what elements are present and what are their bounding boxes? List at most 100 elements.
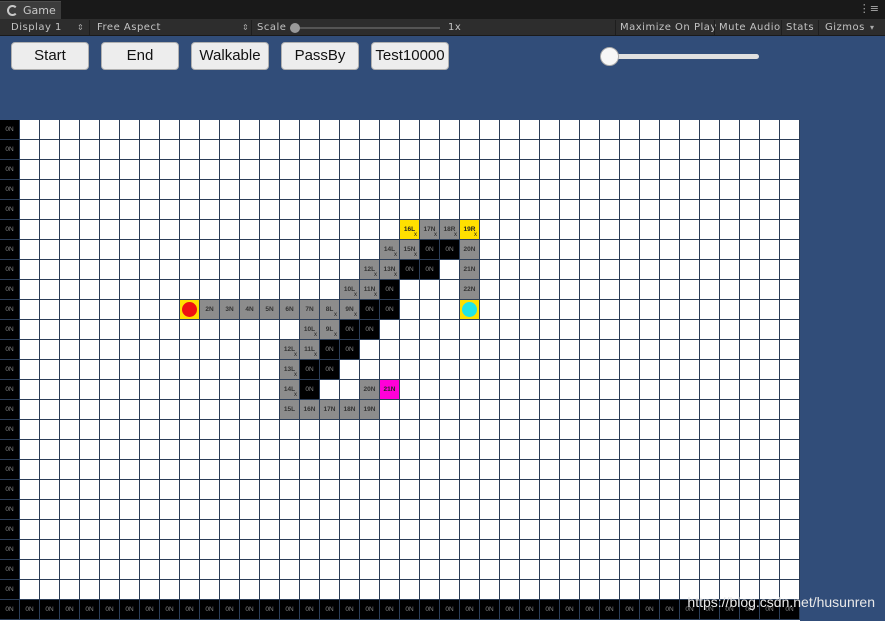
empty-cell[interactable] — [460, 500, 480, 520]
empty-cell[interactable] — [500, 120, 520, 140]
empty-cell[interactable] — [720, 380, 740, 400]
empty-cell[interactable] — [80, 400, 100, 420]
empty-cell[interactable] — [380, 440, 400, 460]
empty-cell[interactable] — [460, 360, 480, 380]
empty-cell[interactable] — [500, 300, 520, 320]
empty-cell[interactable] — [60, 580, 80, 600]
empty-cell[interactable] — [460, 160, 480, 180]
empty-cell[interactable] — [380, 220, 400, 240]
empty-cell[interactable] — [540, 420, 560, 440]
empty-cell[interactable] — [480, 420, 500, 440]
empty-cell[interactable] — [100, 420, 120, 440]
empty-cell[interactable] — [760, 400, 780, 420]
empty-cell[interactable] — [260, 140, 280, 160]
wall-cell[interactable]: 0N — [520, 600, 540, 620]
empty-cell[interactable] — [120, 260, 140, 280]
empty-cell[interactable] — [580, 420, 600, 440]
empty-cell[interactable] — [700, 280, 720, 300]
empty-cell[interactable] — [360, 540, 380, 560]
empty-cell[interactable] — [640, 220, 660, 240]
empty-cell[interactable] — [240, 400, 260, 420]
empty-cell[interactable] — [420, 400, 440, 420]
empty-cell[interactable] — [540, 440, 560, 460]
wall-cell[interactable]: 0N — [0, 360, 20, 380]
empty-cell[interactable] — [240, 420, 260, 440]
empty-cell[interactable] — [160, 540, 180, 560]
empty-cell[interactable] — [160, 300, 180, 320]
empty-cell[interactable] — [120, 220, 140, 240]
empty-cell[interactable] — [500, 320, 520, 340]
wall-cell[interactable]: 0N — [500, 600, 520, 620]
empty-cell[interactable] — [40, 340, 60, 360]
empty-cell[interactable] — [160, 460, 180, 480]
empty-cell[interactable] — [280, 580, 300, 600]
start-node[interactable] — [180, 300, 200, 320]
empty-cell[interactable] — [220, 420, 240, 440]
wall-cell[interactable]: 0N — [600, 600, 620, 620]
empty-cell[interactable] — [560, 360, 580, 380]
empty-cell[interactable] — [80, 540, 100, 560]
empty-cell[interactable] — [740, 280, 760, 300]
empty-cell[interactable] — [600, 480, 620, 500]
empty-cell[interactable] — [640, 120, 660, 140]
empty-cell[interactable] — [620, 160, 640, 180]
empty-cell[interactable] — [220, 180, 240, 200]
empty-cell[interactable] — [300, 580, 320, 600]
empty-cell[interactable] — [260, 320, 280, 340]
empty-cell[interactable] — [160, 240, 180, 260]
empty-cell[interactable] — [460, 580, 480, 600]
empty-cell[interactable] — [520, 580, 540, 600]
empty-cell[interactable] — [440, 580, 460, 600]
empty-cell[interactable] — [220, 220, 240, 240]
empty-cell[interactable] — [340, 440, 360, 460]
empty-cell[interactable] — [280, 280, 300, 300]
empty-cell[interactable] — [380, 320, 400, 340]
empty-cell[interactable] — [480, 560, 500, 580]
empty-cell[interactable] — [280, 540, 300, 560]
empty-cell[interactable] — [500, 240, 520, 260]
empty-cell[interactable] — [180, 540, 200, 560]
empty-cell[interactable] — [380, 120, 400, 140]
empty-cell[interactable] — [140, 140, 160, 160]
empty-cell[interactable] — [720, 280, 740, 300]
empty-cell[interactable] — [680, 300, 700, 320]
empty-cell[interactable] — [120, 280, 140, 300]
empty-cell[interactable] — [200, 160, 220, 180]
path-cell[interactable]: 11L x — [300, 340, 320, 360]
empty-cell[interactable] — [700, 480, 720, 500]
empty-cell[interactable] — [340, 260, 360, 280]
empty-cell[interactable] — [160, 560, 180, 580]
empty-cell[interactable] — [280, 200, 300, 220]
empty-cell[interactable] — [80, 160, 100, 180]
empty-cell[interactable] — [560, 560, 580, 580]
empty-cell[interactable] — [240, 200, 260, 220]
empty-cell[interactable] — [280, 440, 300, 460]
empty-cell[interactable] — [480, 540, 500, 560]
empty-cell[interactable] — [160, 580, 180, 600]
empty-cell[interactable] — [220, 280, 240, 300]
empty-cell[interactable] — [320, 200, 340, 220]
empty-cell[interactable] — [560, 400, 580, 420]
empty-cell[interactable] — [340, 180, 360, 200]
empty-cell[interactable] — [720, 360, 740, 380]
empty-cell[interactable] — [480, 500, 500, 520]
empty-cell[interactable] — [320, 580, 340, 600]
empty-cell[interactable] — [520, 180, 540, 200]
empty-cell[interactable] — [420, 140, 440, 160]
empty-cell[interactable] — [300, 280, 320, 300]
empty-cell[interactable] — [240, 520, 260, 540]
wall-cell[interactable]: 0N — [0, 300, 20, 320]
empty-cell[interactable] — [40, 360, 60, 380]
empty-cell[interactable] — [400, 200, 420, 220]
empty-cell[interactable] — [660, 360, 680, 380]
empty-cell[interactable] — [200, 400, 220, 420]
empty-cell[interactable] — [20, 340, 40, 360]
empty-cell[interactable] — [40, 280, 60, 300]
empty-cell[interactable] — [60, 220, 80, 240]
empty-cell[interactable] — [100, 580, 120, 600]
empty-cell[interactable] — [80, 500, 100, 520]
empty-cell[interactable] — [400, 540, 420, 560]
empty-cell[interactable] — [460, 400, 480, 420]
empty-cell[interactable] — [740, 440, 760, 460]
empty-cell[interactable] — [220, 380, 240, 400]
